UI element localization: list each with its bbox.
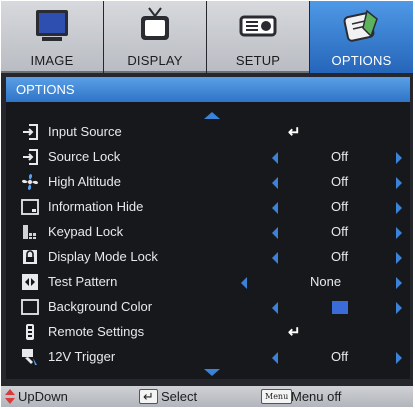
tab-bar: IMAGE DISPLAY SETUP OPTIONS [1,1,413,73]
menu-item-value: Off [331,349,349,364]
menu-item-label: Information Hide [48,199,144,214]
left-arrow-icon[interactable] [272,227,278,239]
menu-item-high-altitude[interactable]: High Altitude Off [6,170,410,194]
tab-options[interactable]: OPTIONS [310,1,413,73]
menu-item-source-lock[interactable]: Source Lock Off [6,145,410,169]
source-lock-icon [23,149,38,165]
menu-item-value: Off [331,199,349,214]
test-pattern-icon [22,274,38,290]
menu-item-label: High Altitude [48,174,121,189]
menu-item-label: 12V Trigger [48,349,116,364]
tab-setup-label: SETUP [235,53,281,68]
tab-display[interactable]: DISPLAY [104,1,206,73]
right-arrow-icon[interactable] [396,352,402,364]
remote-icon [26,324,34,340]
tv-icon [141,7,169,40]
left-arrow-icon[interactable] [272,302,278,314]
left-arrow-icon[interactable] [241,277,247,289]
menu-item-test-pattern[interactable]: Test Pattern None [6,270,410,294]
tab-options-label: OPTIONS [331,53,392,68]
menu-item-display-mode-lock[interactable]: Display Mode Lock Off [6,245,410,269]
menu-item-label: Keypad Lock [48,224,124,239]
footer-hints: UpDown ↵ Select Menu Menu off [1,386,413,407]
options-notepad-icon [343,9,378,42]
fan-icon [22,174,38,190]
left-arrow-icon[interactable] [272,202,278,214]
tab-image-label: IMAGE [30,53,74,68]
menu-item-value: Off [331,149,349,164]
enter-key-icon: ↵ [139,389,158,404]
options-menu: OPTIONS Input Source ↵ Source Lock Off H… [6,77,410,379]
left-arrow-icon[interactable] [272,352,278,364]
12v-trigger-icon [22,349,37,365]
monitor-icon [36,10,68,41]
menu-item-input-source[interactable]: Input Source ↵ [6,120,410,144]
tab-image[interactable]: IMAGE [1,1,103,73]
menu-item-label: Background Color [48,299,153,314]
enter-icon: ↵ [288,124,301,141]
menu-key-icon: Menu [261,389,293,404]
right-arrow-icon[interactable] [396,252,402,264]
right-arrow-icon[interactable] [396,227,402,239]
right-arrow-icon[interactable] [396,177,402,189]
menu-item-label: Test Pattern [48,274,118,289]
menu-item-keypad-lock[interactable]: Keypad Lock Off [6,220,410,244]
menu-item-label: Display Mode Lock [48,249,158,264]
menu-item-value: Off [331,174,349,189]
info-hide-icon [21,199,39,215]
projector-icon [239,15,277,37]
menu-item-background-color[interactable]: Background Color [6,295,410,319]
menu-item-label: Remote Settings [48,324,145,339]
osd-menu: IMAGE DISPLAY SETUP OPTIONS OPTIONS Inpu… [1,1,413,407]
left-arrow-icon[interactable] [272,177,278,189]
background-color-icon [21,299,39,315]
background-color-swatch [332,301,348,314]
menu-title: OPTIONS [6,77,410,102]
menu-item-12v-trigger[interactable]: 12V Trigger Off [6,345,410,369]
left-arrow-icon[interactable] [272,252,278,264]
menu-item-value: None [310,274,342,289]
lock-icon [23,250,37,264]
scroll-down-arrow-icon[interactable] [204,369,220,376]
right-arrow-icon[interactable] [396,302,402,314]
right-arrow-icon[interactable] [396,202,402,214]
menu-item-label: Input Source [48,124,122,139]
enter-icon: ↵ [288,324,301,341]
menu-item-information-hide[interactable]: Information Hide Off [6,195,410,219]
input-source-icon [23,124,38,140]
updown-hint: UpDown [18,389,68,404]
menu-item-remote-settings[interactable]: Remote Settings ↵ [6,320,410,344]
menu-off-hint: Menu off [291,389,342,404]
left-arrow-icon[interactable] [272,152,278,164]
tab-display-label: DISPLAY [127,53,183,68]
right-arrow-icon[interactable] [396,277,402,289]
updown-arrows-icon [5,389,15,404]
select-hint: Select [161,389,198,404]
tab-setup[interactable]: SETUP [207,1,309,73]
menu-item-value: Off [331,224,349,239]
keypad-icon [23,225,36,239]
menu-item-value: Off [331,249,349,264]
menu-item-label: Source Lock [48,149,121,164]
scroll-up-arrow-icon[interactable] [204,112,220,119]
right-arrow-icon[interactable] [396,152,402,164]
